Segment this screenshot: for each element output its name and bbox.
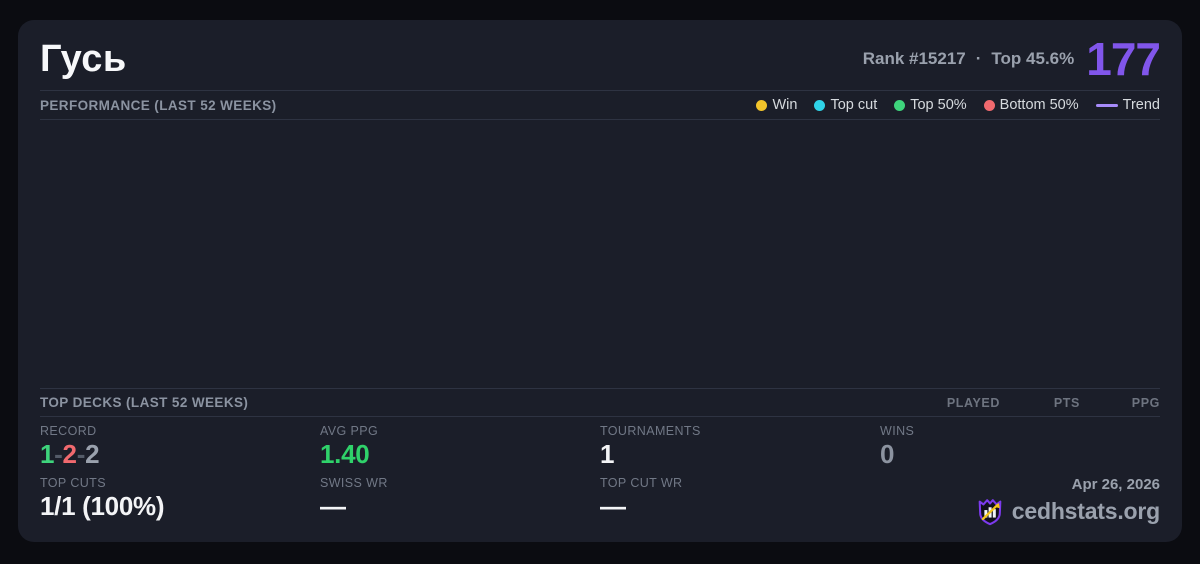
record-value: 1-2-2 xyxy=(40,441,320,468)
performance-section-header: PERFORMANCE (LAST 52 WEEKS) Win Top cut … xyxy=(40,91,1160,119)
stat-record: RECORD 1-2-2 xyxy=(40,424,320,476)
stat-label: AVG PPG xyxy=(320,424,600,438)
legend-item-bottom-50: Bottom 50% xyxy=(984,97,1079,113)
record-separator: - xyxy=(77,439,85,469)
top-cut-dot-icon xyxy=(814,100,825,111)
top-decks-section-header: TOP DECKS (LAST 52 WEEKS) PLAYED PTS PPG xyxy=(40,389,1160,416)
avg-ppg-value: 1.40 xyxy=(320,441,600,468)
top-cut-wr-value: — xyxy=(600,493,880,520)
stat-wins: WINS 0 xyxy=(880,424,1160,476)
stat-top-cuts: TOP CUTS 1/1 (100%) xyxy=(40,476,320,528)
bottom-50-dot-icon xyxy=(984,100,995,111)
top-percent-text: Top 45.6% xyxy=(991,49,1074,69)
stat-top-cut-wr: TOP CUT WR — xyxy=(600,476,880,528)
legend-label: Trend xyxy=(1123,97,1160,113)
card-date: Apr 26, 2026 xyxy=(1072,476,1160,493)
column-header-played: PLAYED xyxy=(920,396,1000,410)
trend-line-icon xyxy=(1096,104,1118,107)
header-right: Rank #15217 · Top 45.6% 177 xyxy=(863,36,1160,82)
legend-label: Top 50% xyxy=(910,97,966,113)
performance-chart-plot-area xyxy=(40,120,1160,388)
rank-separator-dot: · xyxy=(976,49,982,69)
column-header-pts: PTS xyxy=(1000,396,1080,410)
chart-legend: Win Top cut Top 50% Bottom 50% Trend xyxy=(756,97,1160,113)
stat-tournaments: TOURNAMENTS 1 xyxy=(600,424,880,476)
top-cuts-value: 1/1 (100%) xyxy=(40,493,320,520)
record-losses: 2 xyxy=(63,439,77,469)
legend-label: Bottom 50% xyxy=(1000,97,1079,113)
top-decks-title: TOP DECKS (LAST 52 WEEKS) xyxy=(40,395,248,410)
player-stats-card: Гусь Rank #15217 · Top 45.6% 177 PERFORM… xyxy=(18,20,1182,542)
legend-item-win: Win xyxy=(756,97,797,113)
legend-item-trend: Trend xyxy=(1096,97,1160,113)
rank-text: Rank #15217 xyxy=(863,49,966,69)
column-header-ppg: PPG xyxy=(1080,396,1160,410)
stat-label: TOP CUTS xyxy=(40,476,320,490)
top-decks-columns: PLAYED PTS PPG xyxy=(920,396,1160,410)
stat-label: TOURNAMENTS xyxy=(600,424,880,438)
record-wins: 1 xyxy=(40,439,54,469)
performance-title: PERFORMANCE (LAST 52 WEEKS) xyxy=(40,98,277,113)
cedhstats-shield-logo-icon xyxy=(975,496,1005,526)
legend-item-top-50: Top 50% xyxy=(894,97,966,113)
brand: cedhstats.org xyxy=(975,496,1160,526)
top-50-dot-icon xyxy=(894,100,905,111)
rank-line: Rank #15217 · Top 45.6% xyxy=(863,49,1075,69)
legend-item-top-cut: Top cut xyxy=(814,97,877,113)
player-name: Гусь xyxy=(40,40,127,78)
card-footer: Apr 26, 2026 cedhstats.org xyxy=(880,476,1160,528)
legend-label: Top cut xyxy=(830,97,877,113)
stat-label: WINS xyxy=(880,424,1160,438)
record-separator: - xyxy=(54,439,62,469)
stat-label: TOP CUT WR xyxy=(600,476,880,490)
tournaments-value: 1 xyxy=(600,441,880,468)
brand-text: cedhstats.org xyxy=(1012,498,1160,525)
legend-label: Win xyxy=(772,97,797,113)
card-header: Гусь Rank #15217 · Top 45.6% 177 xyxy=(40,30,1160,90)
stat-swiss-wr: SWISS WR — xyxy=(320,476,600,528)
stat-label: SWISS WR xyxy=(320,476,600,490)
player-score: 177 xyxy=(1086,36,1160,82)
stat-avg-ppg: AVG PPG 1.40 xyxy=(320,424,600,476)
record-draws: 2 xyxy=(85,439,99,469)
stat-label: RECORD xyxy=(40,424,320,438)
wins-value: 0 xyxy=(880,441,1160,468)
win-dot-icon xyxy=(756,100,767,111)
stats-grid: RECORD 1-2-2 AVG PPG 1.40 TOURNAMENTS 1 … xyxy=(40,417,1160,528)
swiss-wr-value: — xyxy=(320,493,600,520)
